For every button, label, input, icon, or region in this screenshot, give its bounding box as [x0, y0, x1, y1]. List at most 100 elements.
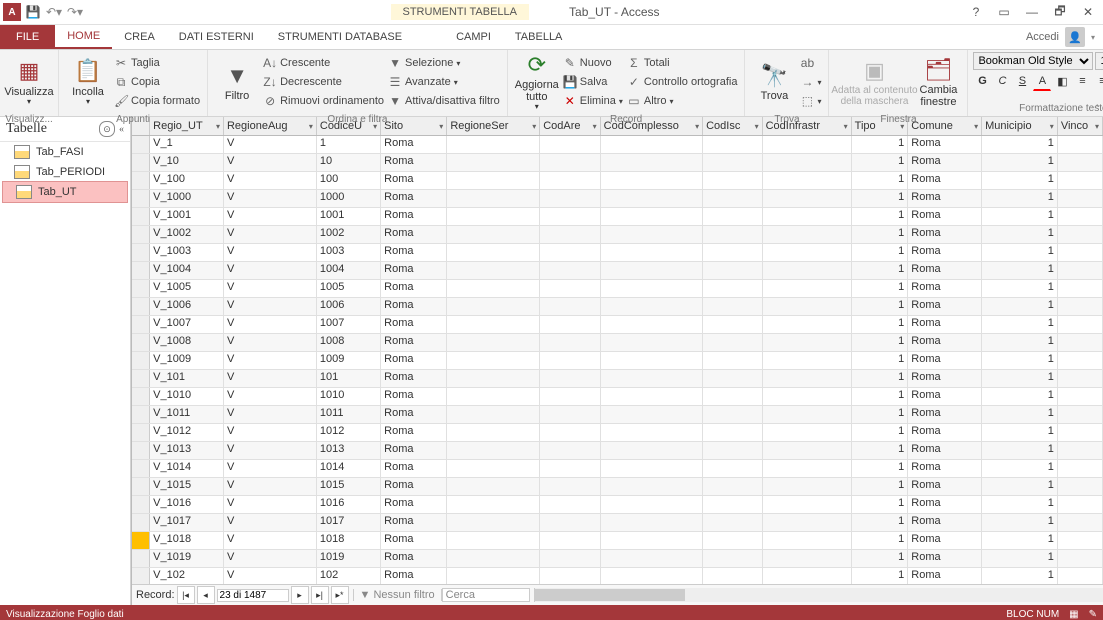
cell-codare[interactable]	[540, 370, 600, 387]
cell-codinfrastr[interactable]	[763, 334, 852, 351]
cell-codisc[interactable]	[703, 406, 762, 423]
cell-comune[interactable]: Roma	[908, 280, 982, 297]
cell-regioneaug[interactable]: V	[224, 370, 317, 387]
cell-vinco[interactable]	[1058, 208, 1103, 225]
cell-codare[interactable]	[540, 496, 600, 513]
column-header-vinco[interactable]: Vinco▾	[1058, 117, 1103, 135]
filtro-button[interactable]: ▼ Filtro	[213, 52, 261, 112]
table-row[interactable]: V_1006V1006Roma1Roma1	[132, 298, 1103, 316]
cell-sito[interactable]: Roma	[381, 514, 447, 531]
cell-regioneser[interactable]	[447, 172, 540, 189]
cell-tipo[interactable]: 1	[852, 478, 909, 495]
cell-regio[interactable]: V_100	[150, 172, 224, 189]
font-size-select[interactable]: 11	[1095, 52, 1103, 70]
cell-vinco[interactable]	[1058, 424, 1103, 441]
no-filter-label[interactable]: ▼ Nessun filtro	[353, 589, 442, 601]
cell-tipo[interactable]: 1	[852, 208, 909, 225]
row-selector[interactable]	[132, 424, 150, 441]
cell-tipo[interactable]: 1	[852, 424, 909, 441]
cell-municipio[interactable]: 1	[982, 478, 1058, 495]
cell-codcomplesso[interactable]	[601, 262, 703, 279]
cell-codisc[interactable]	[703, 280, 762, 297]
cell-codare[interactable]	[540, 298, 600, 315]
cell-sito[interactable]: Roma	[381, 532, 447, 549]
cell-codice[interactable]: 1012	[317, 424, 381, 441]
cell-codcomplesso[interactable]	[601, 532, 703, 549]
next-record-button[interactable]: ▸	[291, 586, 309, 604]
cell-codinfrastr[interactable]	[763, 424, 852, 441]
cell-codcomplesso[interactable]	[601, 424, 703, 441]
cell-vinco[interactable]	[1058, 550, 1103, 567]
cell-codcomplesso[interactable]	[601, 442, 703, 459]
cell-tipo[interactable]: 1	[852, 136, 909, 153]
cell-tipo[interactable]: 1	[852, 226, 909, 243]
goto-button[interactable]: →▾	[798, 73, 823, 91]
cell-regioneaug[interactable]: V	[224, 226, 317, 243]
cell-codcomplesso[interactable]	[601, 514, 703, 531]
table-row[interactable]: V_1008V1008Roma1Roma1	[132, 334, 1103, 352]
rimuovi-ordinamento-button[interactable]: ⊘Rimuovi ordinamento	[261, 92, 386, 110]
trova-button[interactable]: 🔭 Trova	[750, 52, 798, 112]
cell-regio[interactable]: V_1010	[150, 388, 224, 405]
cell-municipio[interactable]: 1	[982, 568, 1058, 584]
cell-codare[interactable]	[540, 154, 600, 171]
cell-vinco[interactable]	[1058, 478, 1103, 495]
cell-vinco[interactable]	[1058, 532, 1103, 549]
cell-vinco[interactable]	[1058, 406, 1103, 423]
cell-codinfrastr[interactable]	[763, 550, 852, 567]
cell-vinco[interactable]	[1058, 190, 1103, 207]
cell-codinfrastr[interactable]	[763, 190, 852, 207]
row-selector[interactable]	[132, 496, 150, 513]
cell-tipo[interactable]: 1	[852, 334, 909, 351]
scrollbar-thumb[interactable]	[535, 589, 685, 601]
table-row[interactable]: V_1005V1005Roma1Roma1	[132, 280, 1103, 298]
cell-vinco[interactable]	[1058, 442, 1103, 459]
first-record-button[interactable]: |◂	[177, 586, 195, 604]
column-dropdown-icon[interactable]: ▾	[1050, 122, 1054, 131]
cell-codcomplesso[interactable]	[601, 226, 703, 243]
cell-codinfrastr[interactable]	[763, 352, 852, 369]
cell-codcomplesso[interactable]	[601, 172, 703, 189]
cell-municipio[interactable]: 1	[982, 334, 1058, 351]
taglia-button[interactable]: ✂Taglia	[112, 54, 202, 72]
restore-button[interactable]: 🗗	[1047, 1, 1073, 23]
cell-municipio[interactable]: 1	[982, 514, 1058, 531]
cell-regioneser[interactable]	[447, 136, 540, 153]
cell-codinfrastr[interactable]	[763, 280, 852, 297]
bold-button[interactable]: G	[973, 72, 991, 90]
cell-tipo[interactable]: 1	[852, 496, 909, 513]
prev-record-button[interactable]: ◂	[197, 586, 215, 604]
cell-regioneaug[interactable]: V	[224, 514, 317, 531]
table-row[interactable]: V_1010V1010Roma1Roma1	[132, 388, 1103, 406]
cell-regioneser[interactable]	[447, 280, 540, 297]
cell-tipo[interactable]: 1	[852, 280, 909, 297]
cell-codcomplesso[interactable]	[601, 334, 703, 351]
help-button[interactable]: ?	[963, 1, 989, 23]
row-selector[interactable]	[132, 154, 150, 171]
cell-regioneaug[interactable]: V	[224, 208, 317, 225]
cell-regioneaug[interactable]: V	[224, 190, 317, 207]
cell-codcomplesso[interactable]	[601, 370, 703, 387]
cell-codcomplesso[interactable]	[601, 208, 703, 225]
cell-regio[interactable]: V_1019	[150, 550, 224, 567]
cell-codinfrastr[interactable]	[763, 460, 852, 477]
cell-tipo[interactable]: 1	[852, 370, 909, 387]
cell-municipio[interactable]: 1	[982, 496, 1058, 513]
cell-comune[interactable]: Roma	[908, 388, 982, 405]
cell-comune[interactable]: Roma	[908, 406, 982, 423]
cell-regioneaug[interactable]: V	[224, 496, 317, 513]
table-row[interactable]: V_100V100Roma1Roma1	[132, 172, 1103, 190]
cell-codinfrastr[interactable]	[763, 136, 852, 153]
cell-vinco[interactable]	[1058, 226, 1103, 243]
cell-codare[interactable]	[540, 190, 600, 207]
search-box[interactable]: Cerca	[442, 588, 530, 602]
account-area[interactable]: Accedi 👤 ▾	[1018, 25, 1103, 49]
table-row[interactable]: V_1002V1002Roma1Roma1	[132, 226, 1103, 244]
cell-vinco[interactable]	[1058, 352, 1103, 369]
table-row[interactable]: V_1019V1019Roma1Roma1	[132, 550, 1103, 568]
salva-button[interactable]: 💾Salva	[561, 73, 625, 91]
cell-comune[interactable]: Roma	[908, 298, 982, 315]
cell-regioneaug[interactable]: V	[224, 280, 317, 297]
italic-button[interactable]: C	[993, 72, 1011, 90]
cell-sito[interactable]: Roma	[381, 316, 447, 333]
